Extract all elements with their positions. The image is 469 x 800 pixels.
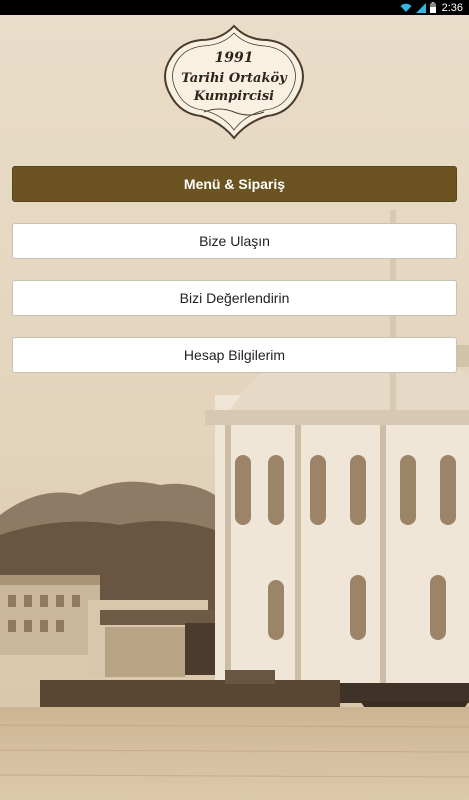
menu-order-label: Menü & Sipariş	[183, 176, 286, 192]
account-info-button[interactable]: Hesap Bilgilerim	[12, 337, 457, 373]
contact-us-button[interactable]: Bize Ulaşın	[12, 223, 457, 259]
brand-logo: 1991 Tarihi Ortaköy Kumpircisi	[159, 24, 309, 140]
contact-us-label: Bize Ulaşın	[199, 233, 270, 249]
logo-line2: Kumpircisi	[193, 89, 274, 104]
signal-icon	[415, 2, 426, 13]
account-info-label: Hesap Bilgilerim	[183, 347, 286, 363]
status-bar: 2:36	[0, 0, 469, 15]
wifi-icon	[400, 3, 412, 13]
menu-order-button[interactable]: Menü & Sipariş	[12, 166, 457, 202]
status-time: 2:36	[441, 1, 463, 14]
rate-us-label: Bizi Değerlendirin	[179, 290, 290, 306]
logo-year: 1991	[215, 50, 254, 66]
logo-line1: Tarihi Ortaköy	[181, 71, 288, 86]
rate-us-button[interactable]: Bizi Değerlendirin	[12, 280, 457, 316]
battery-icon	[429, 2, 436, 13]
